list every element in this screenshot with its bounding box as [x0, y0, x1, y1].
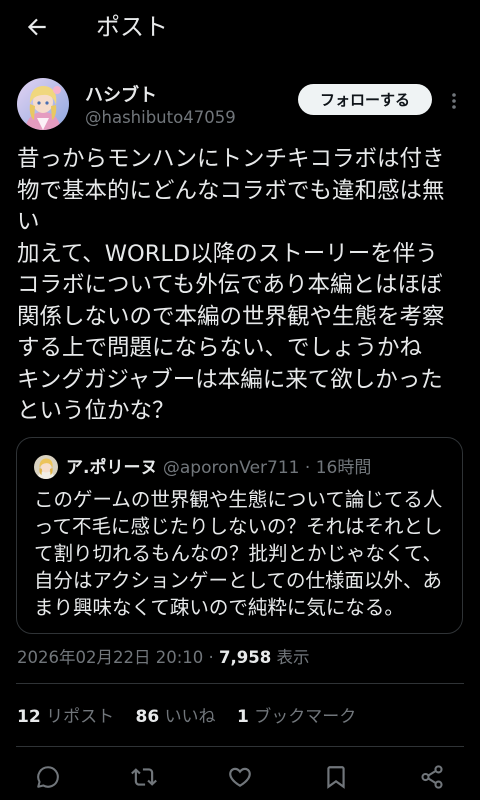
- quoted-author-name: ア.ポリーヌ: [66, 458, 158, 478]
- bookmark-icon: [327, 766, 345, 789]
- engagement-stats: 12 リポスト 86 いいね 1 ブックマーク: [17, 705, 372, 729]
- repost-count: 12: [17, 707, 41, 727]
- follow-button[interactable]: フォローする: [298, 84, 432, 115]
- post-text-line: という位かな？: [17, 398, 175, 424]
- bookmark-button[interactable]: [323, 764, 349, 790]
- reply-icon: [37, 766, 59, 788]
- repost-label: リポスト: [46, 707, 115, 727]
- quoted-post-header: ア.ポリーヌ @aporonVer711 · 16時間: [66, 456, 371, 480]
- post-meta: 2026年02月22日 20:10 · 7,958 表示: [17, 646, 309, 670]
- view-count: 7,958: [219, 648, 272, 667]
- post-text-line: キングガジャブーは本編に来て欲しかった: [17, 366, 443, 393]
- quoted-text-line: このゲームの世界観や生態について論じてる人: [34, 488, 443, 511]
- quoted-post[interactable]: ア.ポリーヌ @aporonVer711 · 16時間 このゲームの世界観や生態…: [16, 437, 463, 634]
- author-name[interactable]: ハシブト: [85, 84, 157, 108]
- repost-icon: [131, 768, 157, 786]
- bookmark-count: 1: [236, 707, 249, 727]
- quoted-text-line: って不毛に感じたりしないの？それはそれとし: [34, 515, 443, 538]
- repost-count-link[interactable]: 12 リポスト: [17, 707, 114, 727]
- heart-icon: [229, 767, 251, 787]
- more-options-button[interactable]: [445, 89, 463, 113]
- like-label: いいね: [164, 707, 216, 727]
- post-text-line: い: [17, 209, 40, 235]
- separator-dot: ·: [208, 648, 214, 667]
- divider: [16, 683, 464, 684]
- quoted-text-line: まり興味なくて疎いので純粋に気になる。: [34, 596, 404, 619]
- back-button[interactable]: [20, 12, 54, 42]
- quoted-avatar: [34, 455, 58, 479]
- quoted-author-handle: @aporonVer711: [162, 458, 300, 478]
- avatar[interactable]: [17, 78, 69, 130]
- share-icon: [421, 765, 443, 789]
- share-button[interactable]: [419, 764, 445, 790]
- post-text-line: 昔っからモンハンにトンチキコラボは付き: [17, 146, 445, 172]
- like-button[interactable]: [227, 764, 253, 790]
- reply-button[interactable]: [35, 764, 61, 790]
- quoted-text-line: 自分はアクションゲーとしての仕様面以外、あ: [34, 569, 442, 592]
- bookmark-label: ブックマーク: [254, 707, 357, 727]
- separator-dot: ·: [304, 458, 311, 478]
- more-vertical-icon: [452, 93, 456, 109]
- post-timestamp: 2026年02月22日 20:10: [17, 648, 204, 667]
- post-text-line: 加えて、WORLD以降のストーリーを伴う: [17, 240, 438, 267]
- quoted-text-line: て割り切れるもんなの？批判とかじゃなくて、: [34, 542, 442, 565]
- like-count-link[interactable]: 86 いいね: [135, 707, 215, 727]
- quoted-post-time: 16時間: [315, 458, 372, 478]
- like-count: 86: [135, 707, 160, 727]
- post-text-line: 物で基本的にどんなコラボでも違和感は無: [17, 177, 445, 204]
- post-text-line: 関係しないので本編の世界観や生態を考察: [17, 303, 445, 330]
- view-count-label: 表示: [276, 648, 310, 667]
- post-text-line: コラボについても外伝であり本編とはほぼ: [17, 272, 443, 298]
- post-text: 昔っからモンハンにトンチキコラボは付き 物で基本的にどんなコラボでも違和感は無 …: [17, 144, 463, 428]
- page-title: ポスト: [96, 13, 168, 41]
- repost-button[interactable]: [131, 764, 157, 790]
- quoted-post-text: このゲームの世界観や生態について論じてる人 って不毛に感じたりしないの？それはそ…: [34, 486, 459, 621]
- bookmark-count-link[interactable]: 1 ブックマーク: [237, 707, 356, 727]
- post-text-line: する上で問題にならない、でしょうかね: [17, 335, 423, 361]
- divider: [16, 746, 464, 747]
- author-handle[interactable]: @hashibuto47059: [85, 106, 236, 130]
- arrow-left-icon: [27, 18, 46, 36]
